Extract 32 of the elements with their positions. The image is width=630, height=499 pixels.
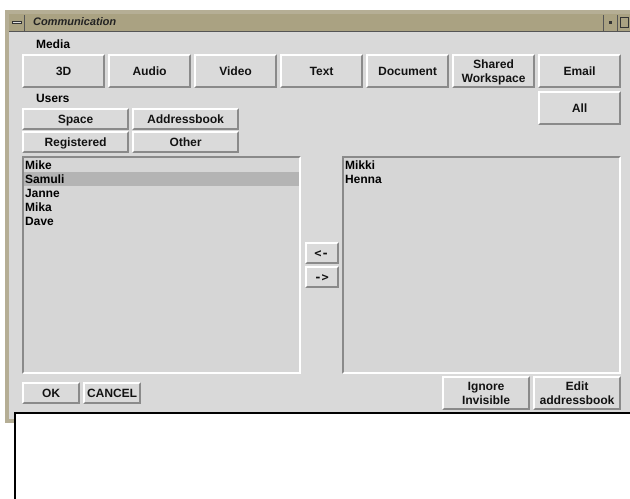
users-button[interactable]: Space: [22, 108, 129, 130]
move-button[interactable]: <-: [304, 242, 338, 264]
list-item[interactable]: Mikki: [344, 158, 619, 172]
list-item[interactable]: Samuli: [24, 172, 299, 186]
media-button[interactable]: Video: [194, 54, 277, 88]
users-list[interactable]: Mike Samuli Janne Mika Dave: [22, 156, 301, 374]
media-button[interactable]: Email: [538, 54, 621, 88]
media-button[interactable]: 3D: [22, 54, 105, 88]
list-item[interactable]: Janne: [24, 186, 299, 200]
list-item[interactable]: Henna: [344, 172, 619, 186]
list-item[interactable]: Dave: [24, 214, 299, 228]
media-button[interactable]: Document: [366, 54, 449, 88]
selected-users-list[interactable]: Mikki Henna: [342, 156, 621, 374]
media-button[interactable]: Audio: [108, 54, 191, 88]
section-label: Users: [36, 90, 70, 107]
option-button[interactable]: Ignore Invisible: [442, 376, 530, 410]
users-button[interactable]: Registered: [22, 131, 129, 153]
option-button[interactable]: Edit addressbook: [533, 376, 621, 410]
dialog-button[interactable]: OK: [22, 382, 80, 404]
window-title: Communication: [33, 15, 118, 30]
dialog-button[interactable]: CANCEL: [83, 382, 141, 404]
all-button[interactable]: All: [538, 91, 621, 125]
window-menu-icon[interactable]: [9, 14, 25, 30]
move-button[interactable]: ->: [304, 266, 338, 288]
users-button[interactable]: Other: [132, 131, 239, 153]
list-item[interactable]: Mike: [24, 158, 299, 172]
media-button[interactable]: Text: [280, 54, 363, 88]
section-label: Media: [36, 36, 72, 53]
users-button[interactable]: Addressbook: [132, 108, 239, 130]
list-item[interactable]: Mika: [24, 200, 299, 214]
maximize-icon[interactable]: [617, 14, 630, 30]
media-button[interactable]: Shared Workspace: [452, 54, 535, 88]
